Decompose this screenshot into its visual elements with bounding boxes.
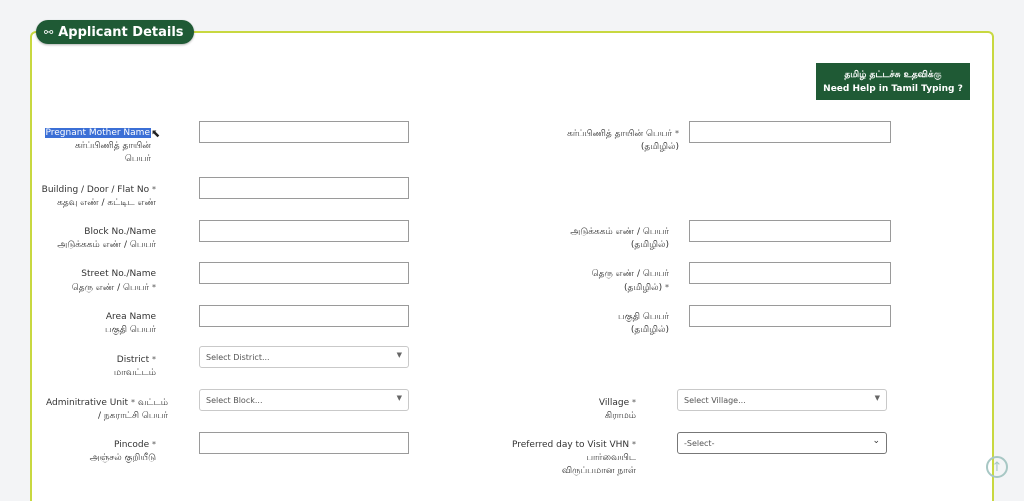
arrow-up-icon: ↑	[991, 459, 1003, 475]
block-label-en: Block No./Name	[84, 227, 156, 237]
block-ta-label-2: (தமிழில்)	[630, 240, 669, 250]
caret-down-icon: ▼	[396, 394, 402, 402]
street-input[interactable]	[199, 262, 409, 284]
required-mark: *	[632, 398, 636, 407]
mother-name-ta-label: கர்ப்பிணித் தாயின் பெயர் * (தமிழில்)	[567, 127, 679, 154]
street-ta-label-2: (தமிழில்)	[624, 283, 663, 293]
help-line-tamil: தமிழ் தட்டச்சு உதவிக்கு	[844, 69, 942, 80]
admin-unit-label-ta: / நகராட்சி பெயர்	[98, 411, 168, 421]
area-input[interactable]	[199, 305, 409, 327]
mother-name-label-ta1: கர்ப்பிணித் தாயின்	[74, 141, 151, 151]
caret-down-icon: ▼	[396, 351, 402, 359]
block-select[interactable]: Select Block... ▼	[199, 389, 409, 411]
required-mark: *	[675, 129, 679, 138]
building-input[interactable]	[199, 177, 409, 199]
district-select-value: Select District...	[206, 352, 270, 362]
mother-name-tamil-input[interactable]	[689, 121, 891, 143]
village-label: Village * கிராமம்	[599, 396, 636, 423]
mother-name-label-en: Pregnant Mother Name	[44, 128, 151, 138]
section-title-badge: ⚯ Applicant Details	[36, 20, 194, 44]
caret-down-icon: ▼	[874, 394, 880, 402]
street-ta-label-1: தெரு எண் / பெயர்	[591, 269, 669, 279]
area-label: Area Name பகுதி பெயர்	[105, 311, 156, 337]
street-label-ta: தெரு எண் / பெயர்	[71, 283, 150, 293]
block-label: Block No./Name அடுக்ககம் எண் / பெயர்	[57, 226, 156, 252]
chevron-down-icon: ⌄	[872, 436, 880, 446]
required-mark: *	[152, 283, 156, 292]
mother-name-ta-label-2: (தமிழில்)	[640, 142, 679, 152]
district-select[interactable]: Select District... ▼	[199, 346, 409, 368]
mouse-cursor-icon: ⬉	[151, 127, 161, 140]
required-mark: *	[130, 398, 135, 407]
street-ta-label: தெரு எண் / பெயர் (தமிழில்) *	[592, 268, 669, 295]
area-label-en: Area Name	[105, 312, 156, 322]
street-label: Street No./Name தெரு எண் / பெயர் *	[72, 268, 156, 295]
area-ta-label-1: பகுதி பெயர்	[618, 312, 669, 322]
village-select[interactable]: Select Village... ▼	[677, 389, 887, 411]
village-label-en: Village	[598, 398, 630, 408]
admin-unit-label: Adminitrative Unit * வட்டம் / நகராட்சி ப…	[46, 396, 168, 423]
district-label-en: District	[116, 355, 150, 365]
tamil-typing-help-button[interactable]: தமிழ் தட்டச்சு உதவிக்கு Need Help in Tam…	[816, 63, 970, 100]
mother-name-label: Pregnant Mother Name கர்ப்பிணித் தாயின் …	[44, 127, 151, 166]
required-mark: *	[665, 283, 669, 292]
mother-name-ta-label-1: கர்ப்பிணித் தாயின் பெயர்	[567, 129, 673, 139]
block-ta-label-1: அடுக்ககம் எண் / பெயர்	[570, 227, 669, 237]
area-ta-label: பகுதி பெயர் (தமிழில்)	[618, 311, 669, 337]
building-label: Building / Door / Flat No * கதவு எண் / க…	[42, 183, 156, 210]
vhn-day-label-en: Preferred day to Visit VHN	[511, 440, 630, 450]
village-select-value: Select Village...	[684, 395, 746, 405]
required-mark: *	[632, 440, 636, 449]
vhn-day-label: Preferred day to Visit VHN * பார்வையிட வ…	[512, 438, 636, 478]
mother-name-label-ta2: பெயர்	[124, 154, 151, 164]
admin-unit-label-ta-inline: வட்டம்	[137, 398, 168, 408]
block-label-ta: அடுக்ககம் எண் / பெயர்	[57, 240, 156, 250]
block-input[interactable]	[199, 220, 409, 242]
building-label-ta: கதவு எண் / கட்டிட எண்	[57, 198, 156, 208]
street-tamil-input[interactable]	[689, 262, 891, 284]
required-mark: *	[152, 440, 156, 449]
scroll-to-top-button[interactable]: ↑	[986, 456, 1008, 478]
street-label-en: Street No./Name	[81, 269, 156, 279]
village-label-ta: கிராமம்	[604, 411, 636, 421]
mother-name-input[interactable]	[199, 121, 409, 143]
block-ta-label: அடுக்ககம் எண் / பெயர் (தமிழில்)	[570, 226, 669, 252]
pincode-input[interactable]	[199, 432, 409, 454]
required-mark: *	[152, 185, 156, 194]
area-tamil-input[interactable]	[689, 305, 891, 327]
district-label-ta: மாவட்டம்	[113, 368, 156, 378]
required-mark: *	[152, 355, 156, 364]
building-label-en: Building / Door / Flat No	[41, 185, 150, 195]
block-select-value: Select Block...	[206, 395, 263, 405]
pincode-label: Pincode * அஞ்சல் குறியீடு	[90, 438, 156, 465]
vhn-day-select-value: -Select-	[684, 438, 715, 448]
pincode-label-en: Pincode	[113, 440, 150, 450]
vhn-day-select[interactable]: -Select- ⌄	[677, 432, 887, 454]
help-line-english: Need Help in Tamil Typing ?	[823, 83, 963, 94]
district-label: District * மாவட்டம்	[114, 353, 156, 380]
vhn-day-label-ta2: விருப்பமான நாள்	[561, 466, 636, 476]
area-label-ta: பகுதி பெயர்	[105, 325, 156, 335]
vhn-day-label-ta1: பார்வையிட	[586, 453, 636, 463]
pincode-label-ta: அஞ்சல் குறியீடு	[89, 453, 156, 463]
block-tamil-input[interactable]	[689, 220, 891, 242]
section-title: Applicant Details	[58, 24, 184, 40]
area-ta-label-2: (தமிழில்)	[630, 325, 669, 335]
share-nodes-icon: ⚯	[44, 25, 54, 39]
admin-unit-label-en: Adminitrative Unit	[46, 398, 129, 408]
